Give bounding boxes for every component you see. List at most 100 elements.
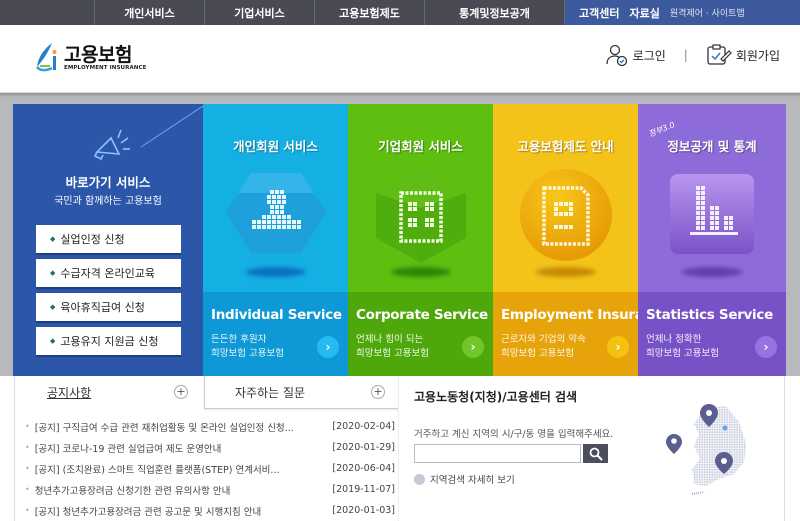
quick-btn-label: 고용유지 지원금 신청 bbox=[60, 335, 159, 348]
tile-bottom: Individual Service 든든한 후원자 희망보험 고용보험 › bbox=[203, 292, 348, 376]
notice-date: [2020-02-04] bbox=[332, 421, 395, 432]
tab-faq[interactable]: 자주하는 질문 + bbox=[204, 376, 399, 409]
signup-link[interactable]: 회원가입 bbox=[706, 43, 780, 67]
logo-korean-text: 고용보험 bbox=[64, 44, 132, 66]
quick-service-buttons: ◆ 실업인정 신청 ◆ 수급자격 온라인교육 ◆ 육아휴직급여 신청 ◆ 고용유지 지원… bbox=[36, 225, 181, 361]
document-icon bbox=[519, 169, 612, 261]
diamond-bullet-icon: ◆ bbox=[50, 303, 56, 311]
go-arrow-button[interactable]: › bbox=[607, 336, 629, 358]
notice-title: [공지] 청년추가고용장려금 관련 공고문 및 시행지침 안내 bbox=[34, 506, 262, 518]
customer-center-link[interactable]: 고객센터 bbox=[579, 5, 619, 21]
bullet-icon: • bbox=[25, 422, 30, 431]
notice-date: [2019-11-07] bbox=[332, 484, 395, 495]
nav-item-statistics[interactable]: 통계및정보공개 bbox=[425, 0, 565, 25]
icon-shadow bbox=[390, 267, 451, 277]
circle-bullet-icon bbox=[414, 473, 425, 485]
tile-title: 기업회원 서비스 bbox=[378, 139, 463, 154]
tile-english-title: Statistics Service bbox=[646, 307, 773, 323]
diamond-bullet-icon: ◆ bbox=[50, 269, 56, 277]
tile-description: 언제나 힘이 되는 희망보험 고용보험 bbox=[356, 333, 429, 361]
notice-date: [2020-06-04] bbox=[332, 463, 395, 474]
building-icon bbox=[375, 168, 466, 263]
go-arrow-button[interactable]: › bbox=[317, 336, 339, 358]
notice-title: [공지] (조치완료) 스마트 직업훈련 플랫폼(STEP) 연계서비... bbox=[34, 464, 280, 476]
notice-item[interactable]: • [공지] 구직급여 수급 관련 재취업활동 및 온라인 실업인정 신청... [… bbox=[25, 416, 395, 437]
notice-list: • [공지] 구직급여 수급 관련 재취업활동 및 온라인 실업인정 신청... [… bbox=[25, 416, 395, 521]
signup-label: 회원가입 bbox=[735, 48, 780, 63]
go-arrow-button[interactable]: › bbox=[462, 336, 484, 358]
notice-item[interactable]: • [공지] (조치완료) 스마트 직업훈련 플랫폼(STEP) 연계서비... [… bbox=[25, 458, 395, 479]
region-search-detail-link[interactable]: 지역검색 자세히 보기 bbox=[414, 472, 515, 486]
notice-item[interactable]: • [공지] 청년추가고용장려금 관련 공고문 및 시행지침 안내 [2020-01… bbox=[25, 500, 395, 521]
bar-chart-icon bbox=[670, 174, 754, 254]
diamond-bullet-icon: ◆ bbox=[50, 235, 56, 243]
tile-title: 고용보험제도 안내 bbox=[517, 139, 614, 154]
icon-shadow bbox=[682, 267, 742, 277]
logo-english-text: EMPLOYMENT INSURANCE bbox=[64, 65, 147, 71]
desc-line: 희망보험 고용보험 bbox=[646, 348, 719, 359]
desc-line: 언제나 힘이 되는 bbox=[356, 334, 424, 345]
tile-icon-wrap bbox=[348, 168, 493, 268]
center-search-panel: 고용노동청(지청)/고용센터 검색 거주하고 계신 지역의 시/구/동 명을 입… bbox=[398, 376, 784, 521]
tab-label: 자주하는 질문 bbox=[235, 385, 306, 400]
nav-spacer bbox=[0, 0, 95, 25]
tile-description: 근로자와 기업의 약속 희망보험 고용보험 bbox=[501, 333, 586, 361]
plus-icon[interactable]: + bbox=[174, 385, 188, 399]
search-description: 거주하고 계신 지역의 시/구/동 명을 입력해주세요. bbox=[414, 429, 614, 440]
archive-link[interactable]: 자료실 bbox=[629, 5, 659, 21]
tile-description: 언제나 정확한 희망보험 고용보험 bbox=[646, 333, 719, 361]
region-search-input[interactable] bbox=[414, 444, 581, 463]
search-title: 고용노동청(지청)/고용센터 검색 bbox=[414, 390, 578, 404]
header-links: 로그인 | 회원가입 bbox=[605, 43, 780, 67]
notice-item[interactable]: • [공지] 코로나-19 관련 실업급여 제도 운영안내 [2020-01-29] bbox=[25, 437, 395, 458]
bullet-icon: • bbox=[25, 506, 30, 515]
tile-corporate-service[interactable]: 기업회원 서비스 Corporate Service 언제나 힘이 되는 희망보험… bbox=[348, 104, 493, 376]
tile-icon-wrap bbox=[638, 168, 786, 258]
bullet-icon: • bbox=[25, 443, 30, 452]
nav-item-corporate[interactable]: 기업서비스 bbox=[205, 0, 315, 25]
tile-bottom: Statistics Service 언제나 정확한 희망보험 고용보험 › bbox=[638, 292, 786, 376]
tile-employment-insurance[interactable]: 고용보험제도 안내 Employment Insurance 근로자와 bbox=[493, 104, 638, 376]
remote-sitemap-links[interactable]: 원격제어 · 사이트맵 bbox=[670, 6, 745, 19]
diamond-bullet-icon: ◆ bbox=[50, 337, 56, 345]
tile-individual-service[interactable]: 개인회원 서비스 Individual Service 든든한 후원자 희망보험 … bbox=[203, 104, 348, 376]
map-pin-icon bbox=[666, 434, 682, 454]
utility-menu: 고객센터 자료실 원격제어 · 사이트맵 bbox=[565, 0, 800, 25]
top-navigation: 개인서비스 기업서비스 고용보험제도 통계및정보공개 고객센터 자료실 원격제어… bbox=[0, 0, 800, 25]
go-arrow-button[interactable]: › bbox=[755, 336, 777, 358]
notice-title: [공지] 구직급여 수급 관련 재취업활동 및 온라인 실업인정 신청... bbox=[34, 422, 294, 434]
desc-line: 든든한 후원자 bbox=[211, 334, 267, 345]
person-icon bbox=[225, 173, 326, 253]
notice-board: 공지사항 + 자주하는 질문 + • [공지] 구직급여 수급 관련 재취업활동 … bbox=[14, 376, 399, 521]
notice-item[interactable]: • 청년추가고용장려금 신청기한 관련 유의사항 안내 [2019-11-07] bbox=[25, 479, 395, 500]
icon-shadow bbox=[245, 267, 306, 277]
quick-btn-online-education[interactable]: ◆ 수급자격 온라인교육 bbox=[36, 259, 181, 289]
quick-btn-employment-retention[interactable]: ◆ 고용유지 지원금 신청 bbox=[36, 327, 181, 357]
search-button[interactable] bbox=[583, 444, 608, 463]
quick-btn-label: 수급자격 온라인교육 bbox=[60, 267, 155, 280]
tile-title: 개인회원 서비스 bbox=[233, 139, 318, 154]
notice-date: [2020-01-03] bbox=[332, 505, 395, 516]
tile-english-title: Individual Service bbox=[211, 307, 342, 323]
nav-item-insurance-system[interactable]: 고용보험제도 bbox=[315, 0, 425, 25]
tile-title: 정보공개 및 통계 bbox=[667, 139, 757, 154]
tile-bottom: Employment Insurance 근로자와 기업의 약속희망보험 고용보… bbox=[493, 292, 638, 376]
site-header: 고용보험 EMPLOYMENT INSURANCE 로그인 | 회원가입 bbox=[0, 25, 800, 93]
tab-notices[interactable]: 공지사항 + bbox=[15, 376, 204, 409]
quick-btn-parental-leave[interactable]: ◆ 육아휴직급여 신청 bbox=[36, 293, 181, 323]
login-link[interactable]: 로그인 bbox=[605, 43, 666, 67]
quick-service-title: 바로가기 서비스 bbox=[65, 175, 151, 190]
tile-english-title: Employment Insurance bbox=[501, 307, 638, 323]
quick-service-panel: 바로가기 서비스 국민과 함께하는 고용보험 ◆ 실업인정 신청 ◆ 수급자격 온라… bbox=[13, 104, 203, 376]
notice-tabs: 공지사항 + 자주하는 질문 + bbox=[15, 376, 399, 409]
nav-item-personal[interactable]: 개인서비스 bbox=[95, 0, 205, 25]
bullet-icon: • bbox=[25, 485, 30, 494]
quick-btn-label: 실업인정 신청 bbox=[60, 233, 125, 246]
quick-service-subtitle: 국민과 함께하는 고용보험 bbox=[54, 196, 162, 207]
desc-line: 희망보험 고용보험 bbox=[501, 348, 574, 359]
tab-label: 공지사항 bbox=[47, 386, 92, 400]
site-logo[interactable]: 고용보험 EMPLOYMENT INSURANCE bbox=[32, 41, 147, 75]
quick-btn-unemployment-cert[interactable]: ◆ 실업인정 신청 bbox=[36, 225, 181, 255]
plus-icon[interactable]: + bbox=[371, 385, 385, 399]
tile-statistics-service[interactable]: 정부3.0 정보공개 및 통계 Statistics Service 언제나 정… bbox=[638, 104, 786, 376]
